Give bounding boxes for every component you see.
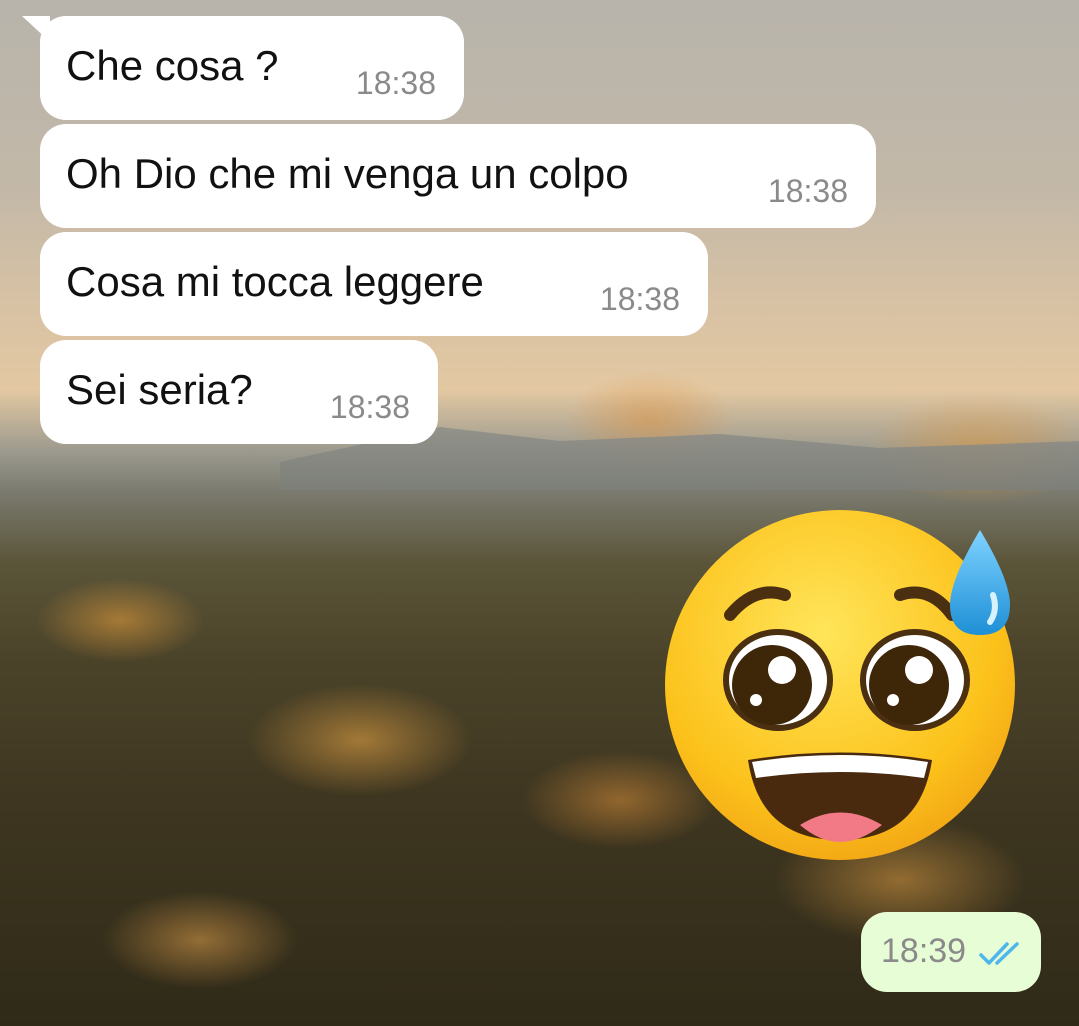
message-text: Oh Dio che mi venga un colpo <box>66 150 629 197</box>
incoming-message[interactable]: Che cosa ? 18:38 <box>22 16 464 120</box>
message-time: 18:38 <box>599 281 680 317</box>
message-time: 18:38 <box>355 65 436 101</box>
read-double-check-icon <box>979 942 1019 965</box>
message-time: 18:38 <box>329 389 410 425</box>
message-text: Sei seria? <box>66 366 253 413</box>
message-text: Cosa mi tocca leggere <box>66 258 484 305</box>
face-holding-back-tears-sweat-icon[interactable] <box>660 510 1030 860</box>
sticker-status-bubble: 18:39 <box>861 912 1041 992</box>
message-time: 18:38 <box>767 173 848 209</box>
incoming-message[interactable]: Oh Dio che mi venga un colpo 18:38 <box>40 124 876 228</box>
incoming-message[interactable]: Cosa mi tocca leggere 18:38 <box>40 232 708 336</box>
bubble-tail <box>22 16 50 42</box>
message-text: Che cosa ? <box>66 42 279 89</box>
incoming-message[interactable]: Sei seria? 18:38 <box>40 340 438 444</box>
message-time: 18:39 <box>881 932 967 970</box>
